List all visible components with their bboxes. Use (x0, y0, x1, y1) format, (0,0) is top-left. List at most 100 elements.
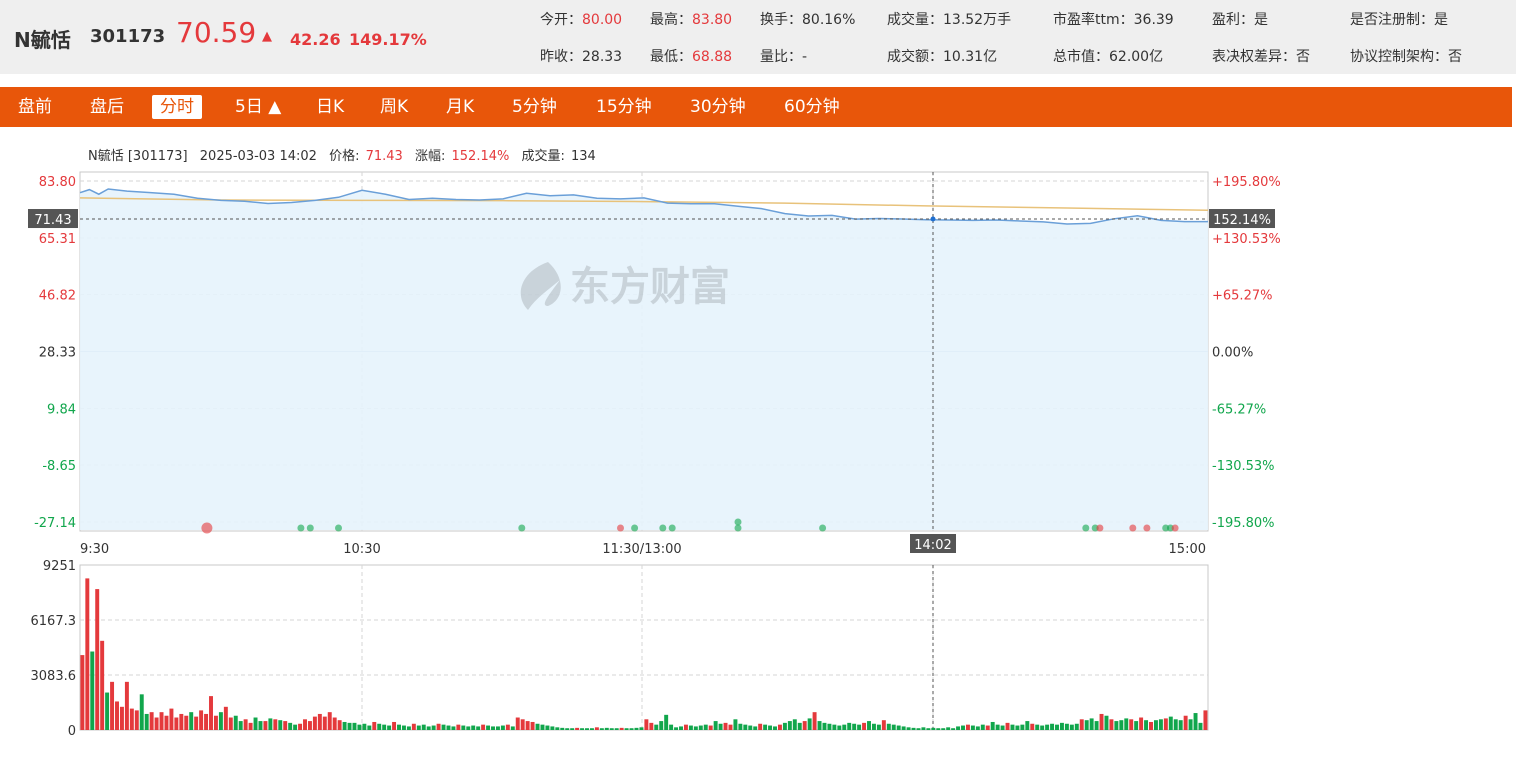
volume-bar (614, 728, 619, 730)
volume-bar (580, 728, 585, 730)
volume-bar (1104, 715, 1109, 730)
x-tick-label: 11:30/13:00 (602, 542, 681, 557)
volume-bar (327, 712, 332, 730)
volume-bar (322, 716, 327, 730)
volume-bar (406, 726, 411, 730)
volume-bar (639, 727, 644, 730)
volume-bar (1183, 715, 1188, 730)
info-pct: 152.14% (452, 149, 510, 164)
volume-plot-frame (79, 564, 1209, 731)
volume-bar (1158, 719, 1163, 730)
volume-bar (134, 710, 139, 730)
volume-bar (837, 725, 842, 730)
volume-bar (1139, 717, 1144, 730)
trade-dot (617, 524, 624, 532)
volume-bar (550, 726, 555, 730)
volume-bar (525, 721, 530, 730)
y-tick-label: 65.31 (39, 232, 76, 247)
volume-bar (1149, 721, 1153, 730)
volume-bar (342, 721, 347, 730)
volume-bar (728, 724, 733, 730)
cursor-price-label: 71.43 (34, 213, 71, 228)
y-tick-label: 83.80 (39, 175, 76, 190)
volume-bar (115, 701, 119, 730)
pct-tick-label: +130.53% (1212, 232, 1281, 247)
volume-bar (1084, 720, 1089, 730)
pct-tick-label: +195.80% (1212, 175, 1281, 190)
volume-bar (985, 725, 990, 730)
volume-bar (228, 717, 233, 730)
volume-bar (777, 724, 782, 730)
volume-bar (1178, 720, 1183, 730)
y-tick-label: -27.14 (34, 516, 76, 531)
volume-bar (411, 723, 416, 730)
volume-bar (149, 712, 154, 730)
pct-tick-label: +65.27% (1212, 289, 1272, 304)
volume-bar (1045, 724, 1050, 730)
volume-bar (1074, 723, 1079, 730)
volume-bar (377, 723, 382, 730)
trade-dot (819, 524, 827, 532)
volume-bar (990, 721, 995, 730)
volume-bar (1015, 725, 1020, 730)
volume-bar (337, 720, 342, 730)
volume-bar (481, 724, 486, 730)
info-price: 71.43 (366, 149, 403, 164)
volume-bar (105, 692, 110, 730)
volume-bar (357, 724, 362, 730)
volume-bar (124, 681, 129, 730)
volume-bar (80, 655, 85, 730)
volume-bar (1020, 724, 1025, 730)
volume-bar (748, 725, 753, 730)
volume-bar (921, 727, 926, 730)
volume-bar (431, 725, 436, 730)
trade-dot (659, 524, 667, 532)
volume-bar (594, 727, 599, 730)
volume-bar (881, 720, 886, 730)
volume-bar (946, 727, 951, 730)
volume-bar (273, 719, 278, 730)
volume-bar (362, 723, 367, 730)
volume-bar (995, 724, 1000, 730)
volume-bar (1163, 718, 1168, 730)
volume-bar (1119, 720, 1124, 730)
volume-bar (530, 721, 535, 730)
volume-bar (970, 725, 975, 730)
volume-bar (1144, 720, 1149, 730)
volume-bar (139, 694, 144, 730)
x-tick-label: 9:30 (80, 542, 109, 557)
volume-bar (352, 722, 357, 730)
volume-bar (901, 726, 906, 730)
volume-bar (471, 725, 476, 730)
volume-bar (738, 723, 743, 730)
trade-dot (297, 524, 305, 532)
y-tick-label: -8.65 (42, 459, 76, 474)
volume-bar (896, 725, 901, 730)
volume-bar (654, 724, 659, 730)
volume-bar (248, 722, 253, 730)
volume-bar (283, 721, 288, 730)
volume-bar (698, 725, 703, 730)
volume-bar (961, 725, 965, 730)
volume-bar (644, 719, 649, 730)
volume-bar (718, 723, 723, 730)
volume-bar (500, 725, 505, 730)
volume-bar (956, 726, 961, 730)
volume-bar (589, 728, 594, 730)
pct-tick-label: 0.00% (1212, 346, 1253, 361)
volume-bar (1099, 713, 1104, 730)
volume-bar (303, 719, 307, 730)
volume-bar (85, 578, 90, 730)
volume-bar (585, 728, 589, 730)
volume-bar (1059, 722, 1064, 730)
volume-bar (980, 724, 985, 730)
volume-bar (951, 728, 956, 730)
volume-bar (144, 713, 149, 730)
volume-bar (916, 728, 921, 730)
volume-bar (382, 724, 387, 730)
volume-bar (871, 723, 876, 730)
volume-bar (797, 722, 802, 730)
volume-bar (238, 721, 243, 730)
volume-bar (782, 722, 787, 730)
volume-bar (693, 726, 698, 730)
